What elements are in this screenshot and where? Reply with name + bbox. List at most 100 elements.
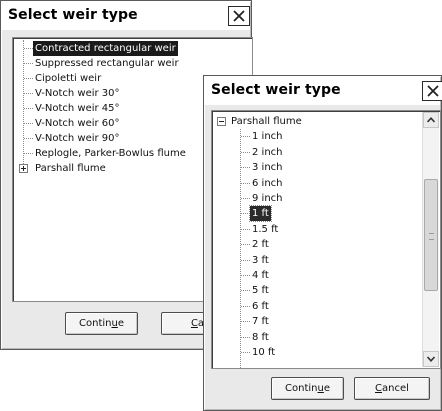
tree-item[interactable]: 3 inch bbox=[250, 160, 285, 175]
tree-item[interactable]: Suppressed rectangular weir bbox=[33, 56, 181, 71]
tree-item-label: V-Notch weir 90° bbox=[35, 133, 120, 144]
close-button[interactable] bbox=[422, 81, 442, 101]
continue-label-end: e bbox=[323, 383, 330, 394]
continue-label-end: e bbox=[117, 318, 124, 329]
tree-item[interactable]: 1 ft bbox=[249, 205, 272, 223]
dialog-title: Select weir type bbox=[211, 82, 341, 98]
tree-branch-line bbox=[24, 153, 33, 154]
tree-item[interactable]: 3 ft bbox=[250, 253, 271, 268]
tree-item-label: 3 ft bbox=[252, 254, 269, 266]
tree-item-label: 6 inch bbox=[252, 177, 283, 189]
continue-label-start: Contin bbox=[79, 318, 112, 329]
parshall-size-tree[interactable]: Parshall flume 1 inch 2 inch 3 inch 6 inch 9 … bbox=[211, 110, 441, 369]
tree-branch-line bbox=[241, 275, 250, 276]
cancel-button[interactable]: Cancel bbox=[354, 377, 430, 400]
tree-item-label: V-Notch weir 30° bbox=[35, 88, 120, 99]
tree-branch-line bbox=[241, 336, 250, 338]
close-icon bbox=[233, 10, 245, 22]
scroll-down-button[interactable] bbox=[423, 351, 439, 367]
tree-branch-line bbox=[241, 244, 250, 246]
cancel-label-end: ancel bbox=[382, 383, 409, 394]
continue-button[interactable]: Continue bbox=[65, 312, 138, 335]
tree-branch-line bbox=[241, 198, 250, 199]
tree-item[interactable]: 1 inch bbox=[250, 129, 285, 144]
tree-item-label: 10 ft bbox=[252, 347, 276, 358]
tree-branch-line bbox=[24, 123, 33, 124]
tree-guide-line bbox=[23, 40, 24, 168]
chevron-down-icon bbox=[427, 356, 435, 362]
tree-item[interactable]: 6 inch bbox=[250, 176, 285, 191]
tree-item[interactable]: 2 inch bbox=[250, 145, 285, 160]
tree-item-label: Parshall flume bbox=[35, 163, 106, 174]
tree-item-label: 1 ft bbox=[249, 205, 272, 223]
tree-item[interactable]: 1.5 ft bbox=[250, 222, 280, 237]
collapse-icon[interactable] bbox=[217, 117, 226, 126]
tree-branch-line bbox=[24, 108, 33, 109]
tree-branch-line bbox=[24, 138, 33, 139]
tree-branch-line bbox=[241, 321, 250, 323]
tree-branch-line bbox=[24, 63, 33, 64]
tree-item[interactable]: V-Notch weir 45° bbox=[33, 101, 122, 116]
tree-branch-line bbox=[241, 167, 250, 169]
tree-item-label: V-Notch weir 60° bbox=[35, 118, 120, 129]
cancel-mnemonic: C bbox=[190, 318, 198, 329]
tree-item-label: 3 inch bbox=[252, 162, 283, 174]
chevron-up-icon bbox=[427, 117, 435, 123]
tree-branch-line bbox=[24, 78, 33, 79]
scroll-thumb[interactable] bbox=[424, 178, 438, 291]
tree-item-label: Parshall flume bbox=[231, 116, 302, 127]
tree-item-label: 1.5 ft bbox=[252, 223, 279, 235]
title-bar: Select weir type bbox=[205, 77, 442, 105]
tree-branch-line bbox=[241, 228, 250, 230]
tree-branch-line bbox=[241, 136, 250, 138]
continue-button[interactable]: Continue bbox=[271, 377, 344, 400]
tree-item[interactable]: V-Notch weir 60° bbox=[33, 116, 122, 131]
tree-item[interactable]: Parshall flume bbox=[33, 161, 108, 176]
expand-icon[interactable] bbox=[19, 164, 28, 173]
tree-item-label: 1 inch bbox=[252, 131, 283, 143]
tree-item-label: Cipoletti weir bbox=[35, 73, 102, 84]
tree-item[interactable]: Replogle, Parker-Bowlus flume bbox=[33, 146, 188, 161]
tree-branch-line bbox=[241, 213, 250, 215]
tree-item[interactable]: Contracted rectangular weir bbox=[33, 41, 178, 56]
tree-item[interactable]: 6 ft bbox=[250, 299, 271, 314]
tree-guide-line bbox=[240, 129, 241, 368]
tree-item-label: V-Notch weir 45° bbox=[35, 103, 120, 114]
tree-item-label: 9 inch bbox=[252, 193, 283, 204]
cancel-mnemonic: C bbox=[375, 383, 383, 394]
tree-branch-line bbox=[241, 182, 250, 184]
tree-item-label: 5 ft bbox=[252, 285, 269, 297]
tree-branch-line bbox=[241, 352, 250, 353]
dialog-title: Select weir type bbox=[8, 7, 138, 23]
tree-item[interactable]: 2 ft bbox=[250, 237, 271, 252]
screen: Select weir type Contracted rectangular … bbox=[0, 0, 442, 411]
tree-item[interactable]: 8 ft bbox=[250, 330, 271, 345]
tree-item-root[interactable]: Parshall flume bbox=[229, 114, 304, 129]
close-icon bbox=[427, 85, 439, 97]
tree-branch-line bbox=[241, 305, 250, 307]
tree-item-label: Suppressed rectangular weir bbox=[35, 58, 179, 69]
scroll-grip-icon bbox=[429, 232, 434, 240]
tree-item-label: 2 ft bbox=[252, 239, 269, 251]
scroll-up-button[interactable] bbox=[423, 112, 439, 128]
tree-item[interactable]: Cipoletti weir bbox=[33, 71, 103, 86]
tree-branch-line bbox=[241, 290, 250, 292]
vertical-scrollbar[interactable] bbox=[422, 112, 439, 367]
tree-item[interactable]: 5 ft bbox=[250, 283, 271, 298]
continue-label-start: Contin bbox=[285, 383, 318, 394]
tree-item-label: 2 inch bbox=[252, 146, 283, 158]
tree-branch-line bbox=[24, 93, 33, 94]
tree-branch-line bbox=[241, 259, 250, 261]
tree-item-label: 7 ft bbox=[252, 316, 269, 328]
close-button[interactable] bbox=[228, 6, 250, 26]
tree-item[interactable]: V-Notch weir 30° bbox=[33, 86, 122, 101]
weir-type-dialog-parshall: Select weir type Parshall flume 1 inch 2… bbox=[203, 75, 442, 411]
tree-item[interactable]: 9 inch bbox=[250, 191, 285, 206]
tree-item-label: Contracted rectangular weir bbox=[33, 41, 178, 56]
tree-item[interactable]: V-Notch weir 90° bbox=[33, 131, 122, 146]
tree-item[interactable]: 10 ft bbox=[250, 345, 277, 360]
tree-branch-line bbox=[24, 48, 33, 49]
tree-item[interactable]: 7 ft bbox=[250, 314, 271, 329]
tree-item-label: 6 ft bbox=[252, 300, 269, 312]
tree-item[interactable]: 4 ft bbox=[250, 268, 271, 283]
